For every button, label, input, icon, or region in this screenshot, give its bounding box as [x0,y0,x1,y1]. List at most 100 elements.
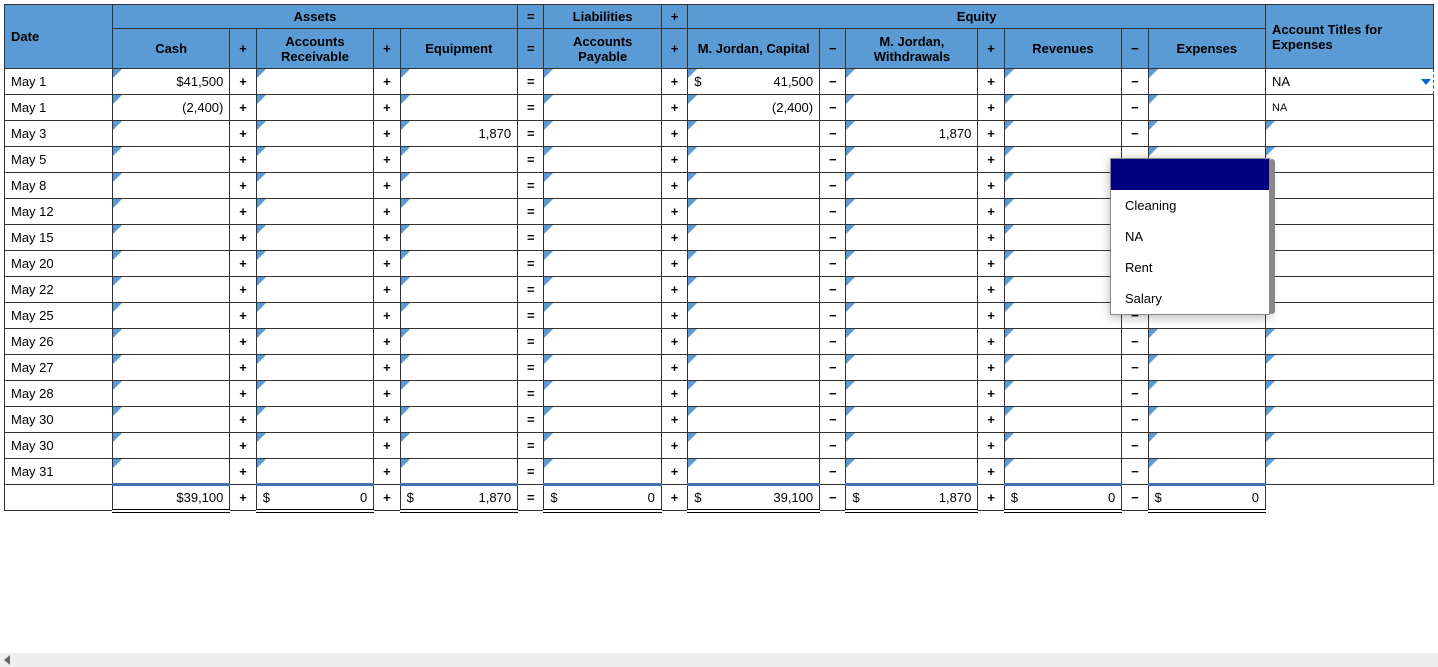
cash-cell[interactable] [112,277,229,303]
ap-cell[interactable] [544,407,661,433]
revenues-cell[interactable] [1004,407,1121,433]
scroll-left-icon[interactable] [4,655,10,665]
dropdown-menu[interactable]: CleaningNARentSalary [1110,158,1270,315]
ar-cell[interactable] [256,95,373,121]
ar-cell[interactable] [256,251,373,277]
withdrawals-cell[interactable] [846,225,978,251]
expenses-cell[interactable] [1148,407,1265,433]
account-title-cell[interactable] [1266,329,1434,355]
ap-cell[interactable] [544,251,661,277]
capital-cell[interactable] [688,355,820,381]
withdrawals-cell[interactable] [846,277,978,303]
dropdown-option[interactable]: Cleaning [1111,190,1269,221]
expenses-cell[interactable] [1148,355,1265,381]
account-title-cell[interactable] [1266,173,1434,199]
capital-cell[interactable] [688,147,820,173]
cash-cell[interactable] [112,407,229,433]
withdrawals-cell[interactable] [846,407,978,433]
account-title-cell[interactable] [1266,303,1434,329]
revenues-cell[interactable] [1004,329,1121,355]
equipment-cell[interactable] [400,225,517,251]
ar-cell[interactable] [256,173,373,199]
account-title-cell[interactable] [1266,251,1434,277]
account-title-cell[interactable] [1266,199,1434,225]
ar-cell[interactable] [256,199,373,225]
account-title-cell[interactable] [1266,277,1434,303]
revenues-cell[interactable] [1004,433,1121,459]
capital-cell[interactable] [688,381,820,407]
ap-cell[interactable] [544,303,661,329]
equipment-cell[interactable] [400,69,517,95]
ar-cell[interactable] [256,381,373,407]
equipment-cell[interactable] [400,459,517,485]
capital-cell[interactable] [688,303,820,329]
withdrawals-cell[interactable] [846,251,978,277]
capital-cell[interactable]: $41,500 [688,69,820,95]
cash-cell[interactable] [112,381,229,407]
expenses-cell[interactable] [1148,121,1265,147]
equipment-cell[interactable] [400,433,517,459]
revenues-cell[interactable] [1004,199,1121,225]
ap-cell[interactable] [544,355,661,381]
account-title-dropdown[interactable]: NA [1266,69,1434,95]
cash-cell[interactable]: (2,400) [112,95,229,121]
ar-cell[interactable] [256,329,373,355]
equipment-cell[interactable] [400,277,517,303]
account-title-cell[interactable] [1266,459,1434,485]
dropdown-option[interactable]: NA [1111,221,1269,252]
capital-cell[interactable] [688,433,820,459]
ap-cell[interactable] [544,121,661,147]
revenues-cell[interactable] [1004,147,1121,173]
revenues-cell[interactable] [1004,303,1121,329]
withdrawals-cell[interactable] [846,355,978,381]
equipment-cell[interactable] [400,95,517,121]
equipment-cell[interactable] [400,199,517,225]
ap-cell[interactable] [544,277,661,303]
ar-cell[interactable] [256,407,373,433]
revenues-cell[interactable] [1004,381,1121,407]
expenses-cell[interactable] [1148,433,1265,459]
cash-cell[interactable] [112,173,229,199]
equipment-cell[interactable] [400,355,517,381]
capital-cell[interactable] [688,407,820,433]
ar-cell[interactable] [256,459,373,485]
ap-cell[interactable] [544,329,661,355]
ar-cell[interactable] [256,69,373,95]
cash-cell[interactable] [112,121,229,147]
account-title-cell[interactable] [1266,433,1434,459]
withdrawals-cell[interactable] [846,459,978,485]
capital-cell[interactable] [688,199,820,225]
ap-cell[interactable] [544,433,661,459]
equipment-cell[interactable] [400,251,517,277]
revenues-cell[interactable] [1004,459,1121,485]
account-title-cell[interactable] [1266,355,1434,381]
ar-cell[interactable] [256,355,373,381]
withdrawals-cell[interactable] [846,199,978,225]
dropdown-option[interactable]: Rent [1111,252,1269,283]
withdrawals-cell[interactable] [846,329,978,355]
cash-cell[interactable] [112,433,229,459]
equipment-cell[interactable] [400,303,517,329]
ap-cell[interactable] [544,95,661,121]
capital-cell[interactable]: (2,400) [688,95,820,121]
withdrawals-cell[interactable] [846,303,978,329]
ap-cell[interactable] [544,199,661,225]
ar-cell[interactable] [256,277,373,303]
expenses-cell[interactable] [1148,329,1265,355]
expenses-cell[interactable] [1148,95,1265,121]
ap-cell[interactable] [544,381,661,407]
cash-cell[interactable] [112,147,229,173]
expenses-cell[interactable] [1148,381,1265,407]
ap-cell[interactable] [544,459,661,485]
cash-cell[interactable] [112,303,229,329]
equipment-cell[interactable] [400,329,517,355]
account-title-cell[interactable]: NA [1266,95,1434,121]
equipment-cell[interactable] [400,407,517,433]
capital-cell[interactable] [688,329,820,355]
ap-cell[interactable] [544,147,661,173]
capital-cell[interactable] [688,173,820,199]
cash-cell[interactable] [112,459,229,485]
revenues-cell[interactable] [1004,69,1121,95]
capital-cell[interactable] [688,251,820,277]
withdrawals-cell[interactable] [846,147,978,173]
